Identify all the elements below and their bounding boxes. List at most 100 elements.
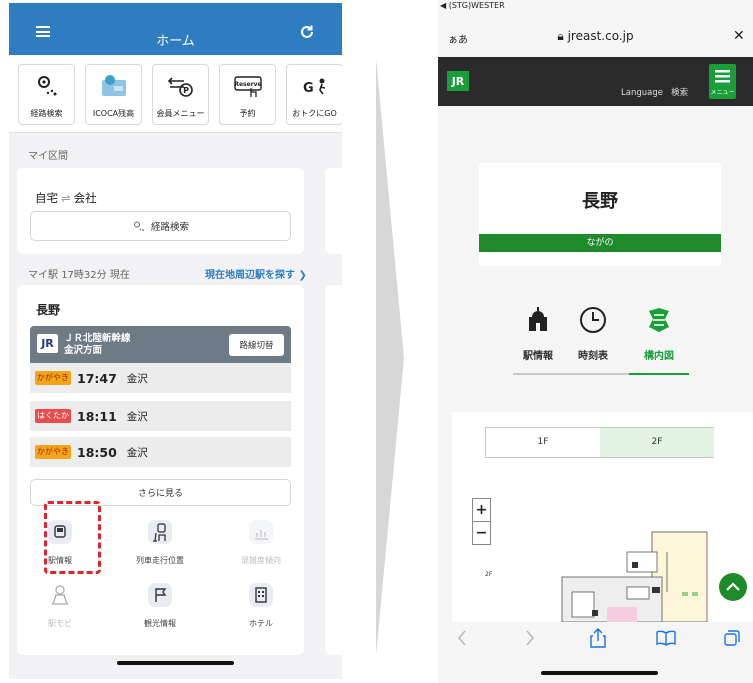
tab-station-info[interactable]: 駅情報 bbox=[508, 305, 568, 362]
deal-go-icon: G bbox=[303, 78, 325, 96]
jr-east-logo-icon[interactable]: JR bbox=[447, 71, 469, 91]
floor-map-drawing[interactable] bbox=[532, 522, 712, 622]
nearby-station-link-label: 現在地周辺駅を探す bbox=[205, 270, 295, 281]
train-time: 18:50 bbox=[77, 444, 117, 460]
nearby-station-link[interactable]: 現在地周辺駅を探す ❯ bbox=[205, 266, 307, 281]
train-destination: 金沢 bbox=[126, 410, 148, 423]
shortcut-icoca[interactable]: ICOCA残高 bbox=[85, 64, 142, 125]
zoom-in-button[interactable]: + bbox=[473, 499, 490, 522]
jr-logo-icon: JR bbox=[37, 334, 58, 353]
fn-label: 駅モビ bbox=[48, 619, 72, 628]
address-field[interactable]: 🔒︎ jreast.co.jp bbox=[438, 29, 753, 44]
safari-toolbar bbox=[438, 622, 753, 683]
station-building-icon bbox=[529, 307, 547, 331]
route-search-button[interactable]: 経路検索 bbox=[30, 211, 291, 241]
bookmarks-icon[interactable] bbox=[656, 628, 676, 648]
refresh-icon[interactable] bbox=[299, 24, 315, 40]
next-card-peek bbox=[325, 285, 342, 655]
nav-links: Language 検索 bbox=[621, 86, 688, 98]
tab-timetable[interactable]: 時刻表 bbox=[563, 305, 623, 362]
fn-label: 列車走行位置 bbox=[136, 556, 184, 565]
fn-label: ホテル bbox=[249, 619, 273, 628]
back-to-app-status[interactable]: ◀ (STG)WESTER bbox=[438, 0, 753, 12]
train-row[interactable]: はくたか 18:11 金沢 bbox=[30, 401, 291, 432]
shortcut-route-search[interactable]: 経路検索 bbox=[18, 64, 75, 125]
floor-map-icon bbox=[649, 308, 669, 332]
fn-hotel[interactable]: ホテル bbox=[231, 582, 291, 629]
route-search-icon bbox=[37, 76, 56, 96]
floor-map-panel: 1F 2F + − 2F bbox=[452, 412, 753, 622]
address-url: jreast.co.jp bbox=[567, 29, 634, 43]
fn-eki-mobi: 駅モビ bbox=[30, 582, 90, 629]
shortcut-label: 予約 bbox=[239, 109, 256, 118]
line-switch-button[interactable]: 路線切替 bbox=[229, 334, 284, 356]
station-kana: ながの bbox=[479, 234, 721, 252]
share-icon[interactable] bbox=[588, 628, 608, 648]
fn-label: 混雑度傾向 bbox=[241, 556, 281, 565]
map-floor-label: 2F bbox=[485, 571, 493, 578]
shortcut-label: 会員メニュー bbox=[156, 109, 205, 118]
menu-label: メニュー bbox=[710, 89, 735, 96]
my-station-time: 17時32分 現在 bbox=[61, 270, 130, 281]
route-search-button-label: 経路検索 bbox=[150, 222, 189, 233]
svg-text:Reserve: Reserve bbox=[234, 81, 261, 88]
shortcut-deal-go[interactable]: G おトクにGO bbox=[286, 64, 342, 125]
my-section-route: 自宅 ⇌ 会社 bbox=[35, 190, 97, 206]
menu-grid-icon bbox=[715, 70, 730, 83]
icoca-card-icon bbox=[101, 75, 126, 96]
tab-floor-map[interactable]: 構内図 bbox=[629, 305, 689, 362]
train-row[interactable]: かがやき 17:47 金沢 bbox=[30, 363, 291, 394]
home-indicator bbox=[541, 671, 658, 675]
floor-tab-1f[interactable]: 1F bbox=[486, 428, 600, 457]
tabs-icon[interactable] bbox=[722, 628, 742, 648]
floor-selector: 1F 2F bbox=[485, 427, 714, 458]
shortcut-reserve[interactable]: Reserve 予約 bbox=[219, 64, 276, 125]
route-from: 自宅 bbox=[35, 191, 58, 205]
shortcut-member-menu[interactable]: P 会員メニュー bbox=[152, 64, 209, 125]
line-name: ＪＲ北陸新幹線 金沢方面 bbox=[64, 333, 131, 357]
reserve-icon: Reserve bbox=[233, 76, 262, 97]
train-row[interactable]: かがやき 18:50 金沢 bbox=[30, 437, 291, 468]
tab-underline-active bbox=[629, 373, 689, 375]
station-name: 長野 bbox=[582, 191, 618, 212]
lock-icon: 🔒︎ bbox=[557, 29, 564, 43]
station-info-highlight bbox=[44, 501, 101, 574]
forward-icon[interactable] bbox=[520, 628, 540, 648]
language-link[interactable]: Language bbox=[621, 88, 663, 98]
train-destination: 金沢 bbox=[126, 446, 148, 459]
route-search-icon bbox=[133, 221, 144, 231]
floor-tab-2f[interactable]: 2F bbox=[600, 428, 714, 457]
train-position-icon bbox=[148, 520, 172, 544]
train-type-badge: はくたか bbox=[35, 409, 71, 423]
line-bar: JR ＪＲ北陸新幹線 金沢方面 路線切替 bbox=[30, 326, 291, 363]
jr-site-nav: JR Language 検索 メニュー bbox=[438, 57, 753, 106]
fn-congestion: 混雑度傾向 bbox=[231, 519, 291, 566]
shortcut-row: 経路検索 ICOCA残高 P 会員メニュー Reserve 予約 G おトクにG… bbox=[9, 55, 342, 133]
tab-underline bbox=[513, 373, 633, 375]
search-link[interactable]: 検索 bbox=[671, 88, 688, 98]
hotel-icon bbox=[249, 583, 273, 607]
shortcut-label: ICOCA残高 bbox=[92, 109, 135, 118]
zoom-out-button[interactable]: − bbox=[473, 522, 490, 545]
shortcut-label: おトクにGO bbox=[292, 109, 337, 118]
member-menu-icon: P bbox=[167, 77, 193, 97]
fn-sightseeing[interactable]: 観光情報 bbox=[130, 582, 190, 629]
back-icon[interactable] bbox=[452, 628, 472, 648]
jreast-browser-screen: ◀ (STG)WESTER ぁあ 🔒︎ jreast.co.jp ✕ JR La… bbox=[438, 0, 753, 683]
site-menu-button[interactable]: メニュー bbox=[709, 64, 736, 99]
scroll-to-top-button[interactable] bbox=[719, 573, 747, 601]
close-icon[interactable]: ✕ bbox=[733, 28, 745, 44]
home-indicator bbox=[117, 661, 234, 665]
train-destination: 金沢 bbox=[126, 372, 148, 385]
next-card-peek bbox=[325, 168, 342, 254]
tab-label: 駅情報 bbox=[523, 351, 553, 362]
fn-train-position[interactable]: 列車走行位置 bbox=[130, 519, 190, 566]
jr-west-app-screen: ホーム 経路検索 ICOCA残高 P 会員メニュー Reserve 予約 G お… bbox=[9, 3, 342, 679]
safari-url-bar: ぁあ 🔒︎ jreast.co.jp ✕ bbox=[438, 12, 753, 56]
route-to: 会社 bbox=[73, 191, 97, 205]
my-section-label: マイ区間 bbox=[28, 151, 68, 162]
zoom-control: + − bbox=[472, 498, 491, 545]
train-type-badge: かがやき bbox=[35, 371, 71, 385]
line-direction: 金沢方面 bbox=[64, 345, 103, 356]
eki-mobi-icon bbox=[52, 585, 68, 605]
